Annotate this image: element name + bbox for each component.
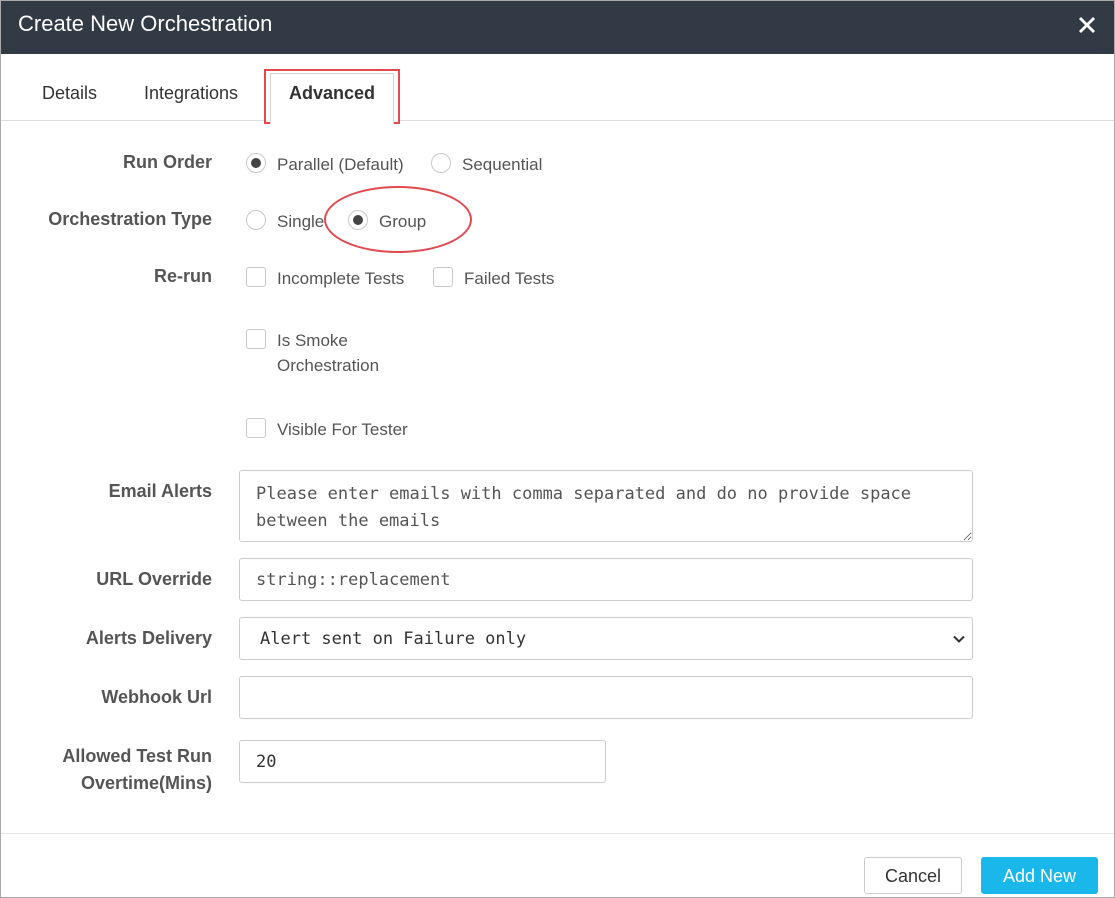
failed-tests-checkbox[interactable] (433, 267, 453, 287)
url-override-input[interactable] (239, 558, 973, 601)
orchestration-type-group-radio[interactable] (348, 210, 368, 230)
visible-for-tester-label[interactable]: Visible For Tester (277, 419, 408, 441)
incomplete-tests-checkbox[interactable] (246, 267, 266, 287)
add-new-button[interactable]: Add New (981, 857, 1098, 894)
orchestration-type-single-label[interactable]: Single (277, 211, 324, 233)
incomplete-tests-label[interactable]: Incomplete Tests (277, 268, 404, 290)
url-override-label: URL Override (96, 569, 212, 589)
dialog-header: Create New Orchestration (1, 1, 1114, 54)
footer-divider (1, 833, 1114, 834)
tab-bar: Details Integrations Advanced (1, 54, 1114, 124)
overtime-label-line2: Overtime(Mins) (80, 773, 212, 793)
alerts-delivery-selected: Alert sent on Failure only (260, 629, 527, 649)
close-x-icon[interactable] (1074, 12, 1100, 38)
tab-advanced[interactable]: Advanced (289, 81, 375, 105)
create-orchestration-dialog: Create New Orchestration Details Integra… (0, 0, 1115, 898)
run-order-label: Run Order (122, 152, 212, 172)
run-order-sequential-label[interactable]: Sequential (462, 154, 542, 176)
dialog-title: Create New Orchestration (18, 11, 273, 36)
chevron-down-icon (953, 635, 965, 643)
smoke-orchestration-label-line1[interactable]: Is Smoke (277, 330, 348, 352)
run-order-sequential-radio[interactable] (431, 153, 451, 173)
email-alerts-label: Email Alerts (108, 481, 212, 501)
cancel-button[interactable]: Cancel (864, 857, 962, 894)
webhook-url-label: Webhook Url (101, 687, 212, 707)
orchestration-type-label: Orchestration Type (48, 209, 212, 229)
failed-tests-label[interactable]: Failed Tests (464, 268, 554, 290)
visible-for-tester-checkbox[interactable] (246, 418, 266, 438)
email-alerts-textarea[interactable] (239, 470, 973, 542)
alerts-delivery-select[interactable]: Alert sent on Failure only (239, 617, 973, 660)
smoke-orchestration-label-line2[interactable]: Orchestration (277, 355, 379, 377)
orchestration-type-single-radio[interactable] (246, 210, 266, 230)
overtime-label-line1: Allowed Test Run (62, 746, 212, 766)
alerts-delivery-label: Alerts Delivery (85, 628, 212, 648)
orchestration-type-group-label[interactable]: Group (379, 211, 426, 233)
tab-integrations[interactable]: Integrations (144, 81, 238, 105)
rerun-label: Re-run (154, 266, 212, 286)
run-order-parallel-radio[interactable] (246, 153, 266, 173)
webhook-url-input[interactable] (239, 676, 973, 719)
overtime-input[interactable] (239, 740, 606, 783)
tab-details[interactable]: Details (42, 81, 97, 105)
run-order-parallel-label[interactable]: Parallel (Default) (277, 154, 404, 176)
smoke-orchestration-checkbox[interactable] (246, 329, 266, 349)
